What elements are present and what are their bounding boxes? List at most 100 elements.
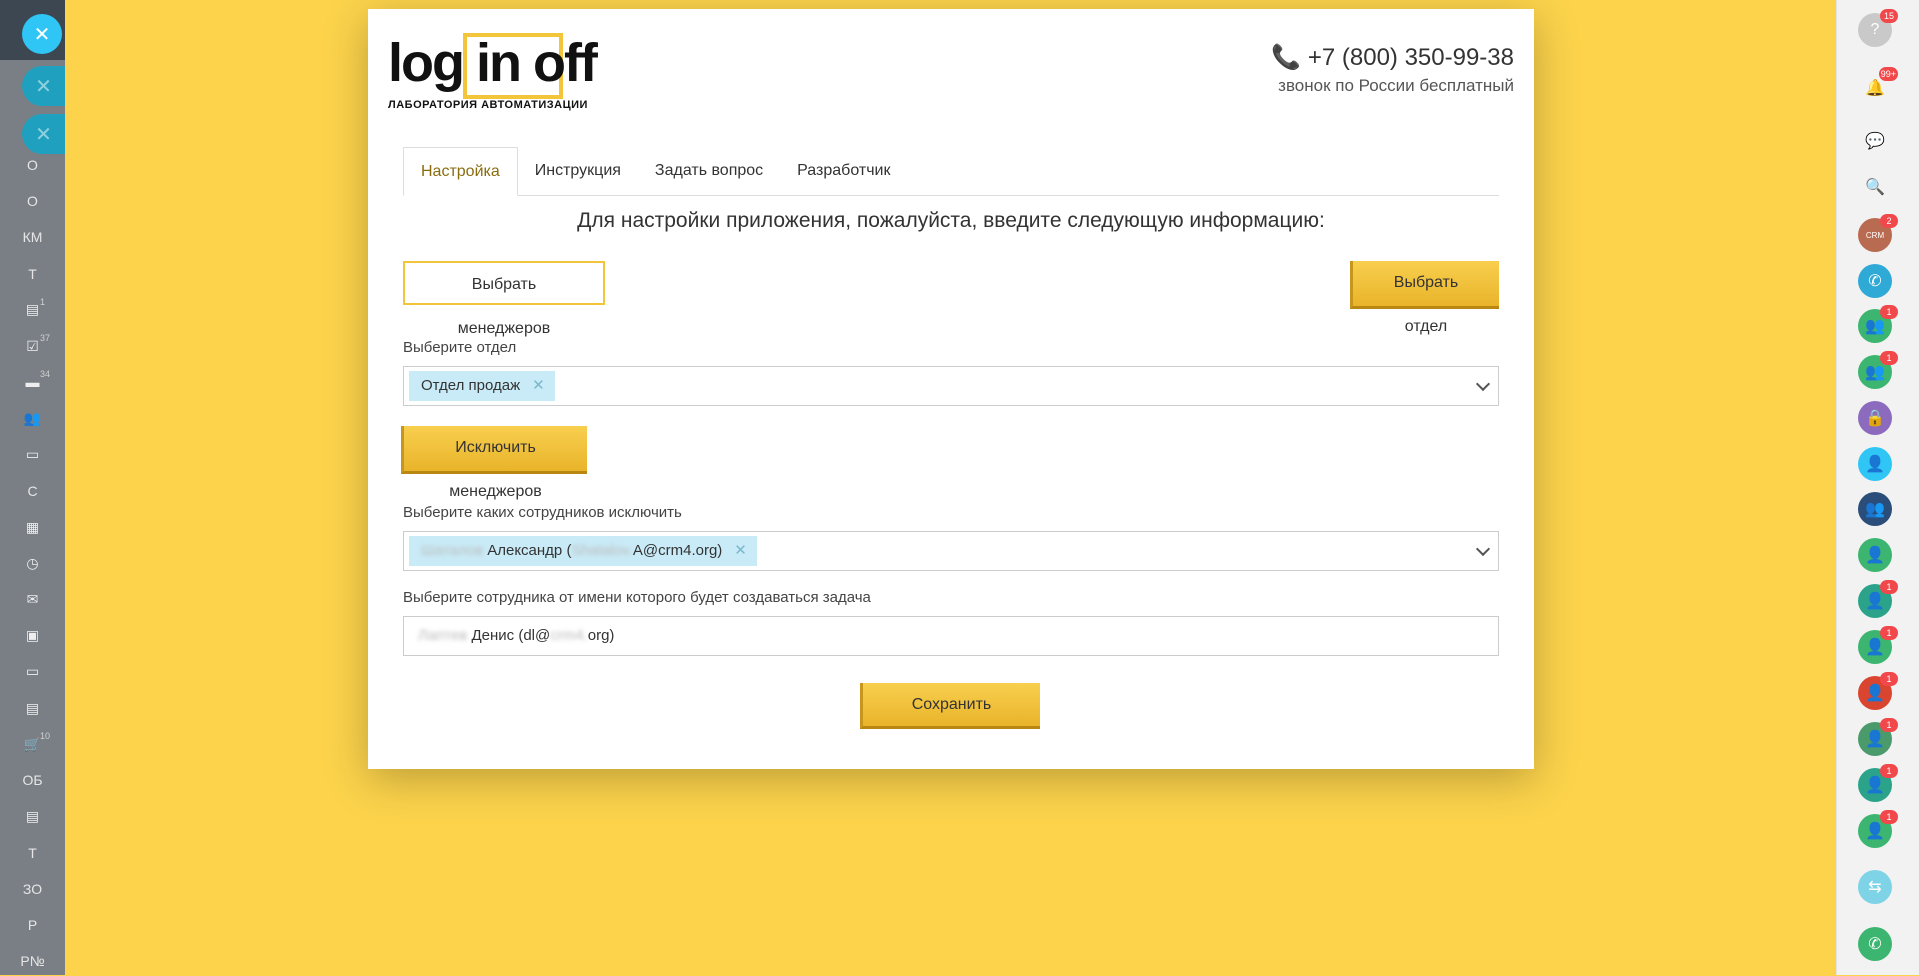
close-slider-button-2[interactable]: ✕ <box>22 66 65 106</box>
tab-ask-question[interactable]: Задать вопрос <box>638 147 780 195</box>
department-chip-label: Отдел продаж <box>421 377 521 394</box>
cart-icon: 🛒 <box>23 735 42 752</box>
group-icon: 👥 <box>23 409 42 426</box>
chat-button[interactable]: 💬 <box>1858 124 1892 158</box>
logo-subtitle: ЛАБОРАТОРИЯ АВТОМАТИЗАЦИИ <box>388 99 588 111</box>
contact-5[interactable]: 👤 1 <box>1858 580 1898 618</box>
left-menu-item[interactable]: С <box>0 476 65 506</box>
crm-button[interactable]: CRM 2 <box>1858 214 1898 252</box>
left-menu-item[interactable]: ▤ <box>0 693 65 723</box>
left-menu-item[interactable]: О <box>0 150 65 180</box>
phone-note: звонок по России бесплатный <box>1278 76 1514 95</box>
exclude-select[interactable]: Шаталов Александр (Shatalov.A@crm4.org) ✕ <box>403 531 1499 571</box>
search-button[interactable]: 🔍 <box>1858 170 1892 204</box>
left-menu-item[interactable]: ☑ 37 <box>0 331 65 361</box>
left-menu-item-count: 1 <box>40 296 46 307</box>
checkbox-icon: ☑ <box>26 337 39 354</box>
remove-chip-icon[interactable]: ✕ <box>734 542 747 559</box>
phone-icon: ✆ <box>1868 273 1882 290</box>
tab-developer[interactable]: Разработчик <box>780 147 907 195</box>
left-menu-item[interactable]: 👥 <box>0 403 65 433</box>
blurred-surname: Шаталов <box>421 542 484 559</box>
left-menu-item-label: О <box>27 157 38 173</box>
lock-icon: 🔒 <box>1865 410 1885 427</box>
mail-icon: ✉ <box>26 590 39 607</box>
contact-7[interactable]: 👤 1 <box>1858 672 1898 710</box>
contact-8[interactable]: 👤 1 <box>1858 718 1898 756</box>
contact-badge: 1 <box>1880 305 1898 319</box>
left-menu-item[interactable]: ОБ <box>0 765 65 795</box>
left-menu-item[interactable]: ▣ <box>0 621 65 651</box>
lock-button[interactable]: 🔒 <box>1858 401 1892 435</box>
user-icon: 👤 <box>1865 777 1885 794</box>
call-button[interactable]: ✆ <box>1858 927 1892 961</box>
group-chat-icon: 👥 <box>1865 501 1885 518</box>
left-menu-item-count: 37 <box>40 333 51 343</box>
user-icon: 👤 <box>1865 547 1885 564</box>
group-chat[interactable]: 👥 <box>1858 492 1892 526</box>
contact-3[interactable]: 👤 <box>1858 447 1892 481</box>
notifications-button[interactable]: 🔔 99+ <box>1858 67 1898 105</box>
task-author-input[interactable]: Лаптев Денис (dl@crm4.org) <box>403 616 1499 656</box>
left-menu-item[interactable]: Т <box>0 838 65 868</box>
left-menu-item[interactable]: 🛒 10 <box>0 729 65 759</box>
telephony-button[interactable]: ✆ <box>1858 264 1892 298</box>
left-menu-item-count: 34 <box>40 369 51 380</box>
tab-instruction[interactable]: Инструкция <box>518 147 638 195</box>
remove-chip-icon[interactable]: ✕ <box>532 377 545 394</box>
left-menu-item[interactable]: ▭ <box>0 657 65 687</box>
contact-10[interactable]: 👤 1 <box>1858 810 1898 848</box>
user-icon: 👤 <box>1865 823 1885 840</box>
search-icon: 🔍 <box>1865 179 1885 196</box>
notifications-badge: 99+ <box>1878 67 1898 81</box>
help-button[interactable]: ? 15 <box>1858 9 1898 47</box>
left-menu-item[interactable]: ЗО <box>0 874 65 904</box>
phone-icon: 📞 <box>1271 44 1302 71</box>
blurred-domain: crm4. <box>550 627 588 644</box>
choose-department-button[interactable]: Выбрать отдел <box>1350 261 1499 335</box>
window-icon: ▭ <box>25 663 40 680</box>
transfer-icon: ⇆ <box>1868 879 1882 896</box>
contact-badge: 1 <box>1880 580 1898 594</box>
chevron-down-icon[interactable] <box>1475 376 1491 392</box>
exclude-managers-button[interactable]: Исключить менеджеров <box>401 426 587 500</box>
file-icon: ▤ <box>25 808 40 825</box>
setup-heading: Для настройки приложения, пожалуйста, вв… <box>577 209 1325 232</box>
left-menu-item[interactable]: ▤ <box>0 802 65 832</box>
transfer-button[interactable]: ⇆ <box>1858 870 1892 904</box>
contact-9[interactable]: 👤 1 <box>1858 764 1898 802</box>
contact-1[interactable]: 👥 1 <box>1858 305 1898 343</box>
save-button[interactable]: Сохранить <box>860 683 1040 729</box>
department-label: Выберите отдел <box>403 339 517 356</box>
contact-badge: 1 <box>1880 351 1898 365</box>
left-menu-item[interactable]: Т <box>0 259 65 289</box>
left-menu-item[interactable]: ▬ 34 <box>0 367 65 397</box>
left-menu-item[interactable]: О <box>0 186 65 216</box>
user-icon: 👤 <box>1865 593 1885 610</box>
close-icon: ✕ <box>35 75 52 98</box>
left-menu-item[interactable]: ▤ 1 <box>0 295 65 325</box>
left-menu-item[interactable]: ▭ <box>0 440 65 470</box>
left-menu-item[interactable]: ◷ <box>0 548 65 578</box>
user-group-icon: 👥 <box>1865 318 1885 335</box>
left-menu-item[interactable]: Р <box>0 910 65 940</box>
close-slider-button[interactable]: ✕ <box>22 14 62 54</box>
left-menu-item[interactable]: ✉ <box>0 584 65 614</box>
task-author-email-tail: org) <box>587 627 615 644</box>
choose-managers-button[interactable]: Выбрать менеджеров <box>403 261 605 337</box>
left-menu-item[interactable]: КМ <box>0 222 65 252</box>
tab-bar: Настройка Инструкция Задать вопрос Разра… <box>403 147 1499 196</box>
exclude-chip-email: A@crm4.org) <box>632 542 723 559</box>
blurred-surname: Лаптев <box>418 627 468 644</box>
contact-6[interactable]: 👤 1 <box>1858 626 1898 664</box>
left-menu-item-label: Т <box>28 265 37 282</box>
contact-4[interactable]: 👤 <box>1858 538 1892 572</box>
contact-2[interactable]: 👥 1 <box>1858 351 1898 389</box>
tab-settings[interactable]: Настройка <box>403 147 518 196</box>
close-slider-button-3[interactable]: ✕ <box>22 114 65 154</box>
left-menu-item[interactable]: ▦ <box>0 512 65 542</box>
chevron-down-icon[interactable] <box>1475 541 1491 557</box>
department-select[interactable]: Отдел продаж ✕ <box>403 366 1499 406</box>
left-menu-item[interactable]: Р№ <box>0 946 65 976</box>
department-chip: Отдел продаж ✕ <box>409 371 555 401</box>
